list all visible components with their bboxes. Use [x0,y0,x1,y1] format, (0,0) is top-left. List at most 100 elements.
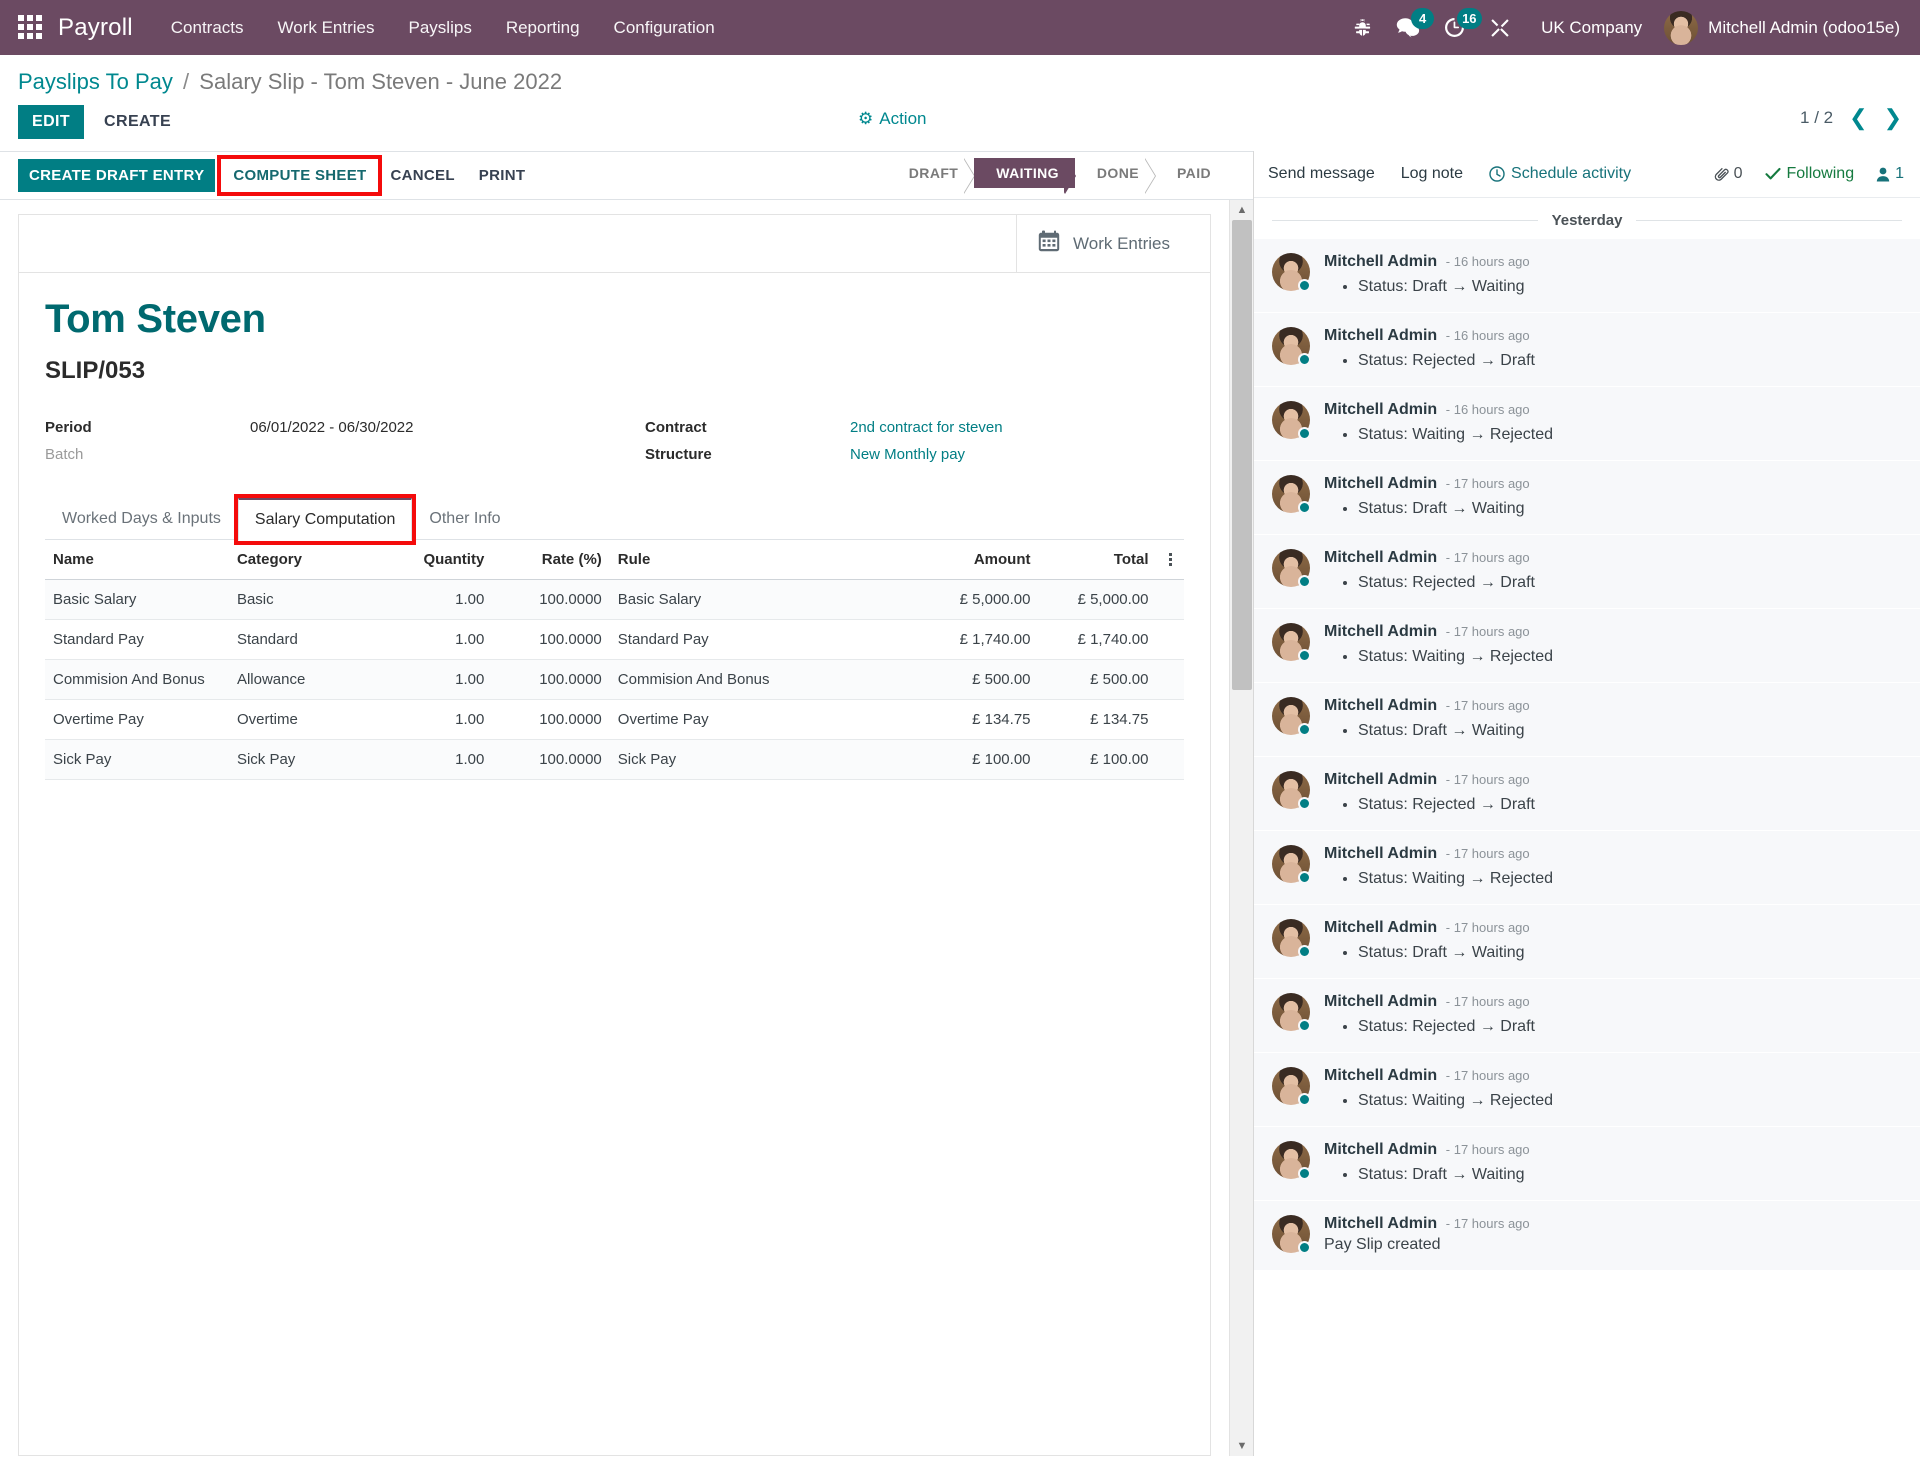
message-author[interactable]: Mitchell Admin - 17 hours ago [1324,845,1902,863]
column-header-quantity[interactable]: Quantity [365,540,493,581]
online-status-dot [1298,1093,1311,1107]
followers-button[interactable]: 1 [1876,165,1904,183]
top-navbar: Payroll Contracts Work Entries Payslips … [0,0,1920,55]
message-author[interactable]: Mitchell Admin - 17 hours ago [1324,549,1902,567]
action-dropdown[interactable]: ⚙ Action [858,109,927,129]
breadcrumb-separator: / [183,69,190,94]
scroll-down-arrow-icon[interactable]: ▼ [1230,1436,1254,1456]
field-contract-value[interactable]: 2nd contract for steven [850,419,1003,436]
print-button[interactable]: PRINT [467,159,538,192]
navbar-systray: 4 16 UK Company Mitchell Admin (odoo15e) [1339,0,1906,55]
scroll-up-arrow-icon[interactable]: ▲ [1230,200,1254,220]
column-header-rule[interactable]: Rule [609,540,893,581]
message-author[interactable]: Mitchell Admin - 17 hours ago [1324,993,1902,1011]
scrollbar-thumb[interactable] [1232,220,1252,691]
table-row[interactable]: Commision And Bonus Allowance 1.00 100.0… [45,659,1184,701]
optional-columns-toggle[interactable] [1156,540,1184,581]
status-paid[interactable]: PAID [1155,158,1227,188]
compute-sheet-button[interactable]: COMPUTE SHEET [217,155,383,197]
message-author[interactable]: Mitchell Admin - 17 hours ago [1324,623,1902,641]
author-avatar [1272,475,1311,515]
menu-item-contracts[interactable]: Contracts [171,18,244,38]
bug-icon[interactable] [1339,0,1385,55]
tools-icon[interactable] [1477,0,1523,55]
cell-rate: 100.0000 [492,739,610,781]
form-scroll-area: Work Entries Tom Steven SLIP/053 Period … [0,200,1229,1457]
message-author[interactable]: Mitchell Admin - 17 hours ago [1324,1067,1902,1085]
followers-count: 1 [1895,165,1904,183]
field-structure-value[interactable]: New Monthly pay [850,446,965,463]
column-header-category[interactable]: Category [228,540,366,581]
edit-button[interactable]: EDIT [18,105,85,140]
menu-item-work-entries[interactable]: Work Entries [278,18,375,38]
activity-clock-icon[interactable]: 16 [1431,0,1482,55]
tab-salary-computation[interactable]: Salary Computation [233,494,417,546]
tracking-value: Status: Waiting → Rejected [1358,426,1902,444]
control-panel-top: Payslips To Pay / Salary Slip - Tom Stev… [0,55,1920,96]
company-selector[interactable]: UK Company [1541,18,1642,38]
clock-icon [1489,166,1505,183]
message-author[interactable]: Mitchell Admin - 16 hours ago [1324,253,1902,271]
message-author[interactable]: Mitchell Admin - 17 hours ago [1324,475,1902,493]
column-header-name[interactable]: Name [45,540,229,581]
message-author[interactable]: Mitchell Admin - 17 hours ago [1324,1215,1902,1233]
menu-item-configuration[interactable]: Configuration [614,18,715,38]
pager-previous-icon[interactable]: ❮ [1849,107,1867,129]
author-avatar [1272,1215,1311,1255]
message-author[interactable]: Mitchell Admin - 17 hours ago [1324,1141,1902,1159]
schedule-activity-label: Schedule activity [1511,165,1632,183]
cell-name: Overtime Pay [45,699,229,741]
message-author[interactable]: Mitchell Admin - 16 hours ago [1324,401,1902,419]
message-timestamp: - 17 hours ago [1442,1216,1530,1232]
form-scrollbar[interactable]: ▲ ▼ [1229,200,1254,1457]
create-draft-entry-button[interactable]: CREATE DRAFT ENTRY [18,159,216,193]
attachments-button[interactable]: 0 [1714,165,1743,183]
message-body: Mitchell Admin - 17 hours ago Status: Wai… [1324,845,1902,888]
message-author[interactable]: Mitchell Admin - 16 hours ago [1324,327,1902,345]
status-done[interactable]: DONE [1075,158,1157,195]
column-header-amount[interactable]: Amount [892,540,1039,581]
column-header-rate[interactable]: Rate (%) [492,540,610,581]
status-draft[interactable]: DRAFT [887,158,976,195]
message-author[interactable]: Mitchell Admin - 17 hours ago [1324,919,1902,937]
schedule-activity-button[interactable]: Schedule activity [1489,165,1631,183]
cell-amount: £ 5,000.00 [892,579,1039,621]
create-button[interactable]: CREATE [90,105,185,139]
table-row[interactable]: Basic Salary Basic 1.00 100.0000 Basic S… [45,579,1184,621]
cell-rate: 100.0000 [492,579,610,621]
vertical-dots-icon [1164,553,1176,567]
author-avatar [1272,697,1311,737]
tab-worked-days-inputs[interactable]: Worked Days & Inputs [45,498,238,541]
table-row[interactable]: Sick Pay Sick Pay 1.00 100.0000 Sick Pay… [45,739,1184,781]
messages-icon[interactable]: 4 [1385,0,1435,55]
tab-other-info[interactable]: Other Info [412,498,517,541]
tracking-value: Status: Draft → Waiting [1358,722,1902,740]
online-status-dot [1298,1019,1311,1033]
apps-grid-icon[interactable] [18,14,44,41]
menu-item-payslips[interactable]: Payslips [409,18,472,38]
work-entries-smart-button[interactable]: Work Entries [1016,215,1210,273]
message-author[interactable]: Mitchell Admin - 17 hours ago [1324,771,1902,789]
app-brand-payroll[interactable]: Payroll [58,14,133,42]
action-label: Action [879,109,927,129]
online-status-dot [1298,1241,1311,1255]
status-waiting[interactable]: WAITING [974,158,1076,195]
table-row[interactable]: Standard Pay Standard 1.00 100.0000 Stan… [45,619,1184,661]
menu-item-reporting[interactable]: Reporting [506,18,580,38]
column-header-total[interactable]: Total [1038,540,1157,581]
table-row[interactable]: Overtime Pay Overtime 1.00 100.0000 Over… [45,699,1184,741]
online-status-dot [1298,501,1311,515]
author-avatar [1272,401,1311,441]
pager-next-icon[interactable]: ❯ [1884,107,1902,129]
send-message-button[interactable]: Send message [1268,165,1375,183]
message-timestamp: - 17 hours ago [1442,624,1530,640]
cancel-button[interactable]: CANCEL [378,159,466,192]
log-note-button[interactable]: Log note [1401,165,1463,183]
breadcrumb-root[interactable]: Payslips To Pay [18,69,173,94]
message-author[interactable]: Mitchell Admin - 17 hours ago [1324,697,1902,715]
smart-button-box: Work Entries [19,215,1210,274]
following-button[interactable]: Following [1764,165,1854,183]
user-menu[interactable]: Mitchell Admin (odoo15e) [1664,10,1906,45]
message-timestamp: - 16 hours ago [1442,254,1530,270]
message-body: Mitchell Admin - 17 hours ago Pay Slip cr… [1324,1215,1902,1254]
